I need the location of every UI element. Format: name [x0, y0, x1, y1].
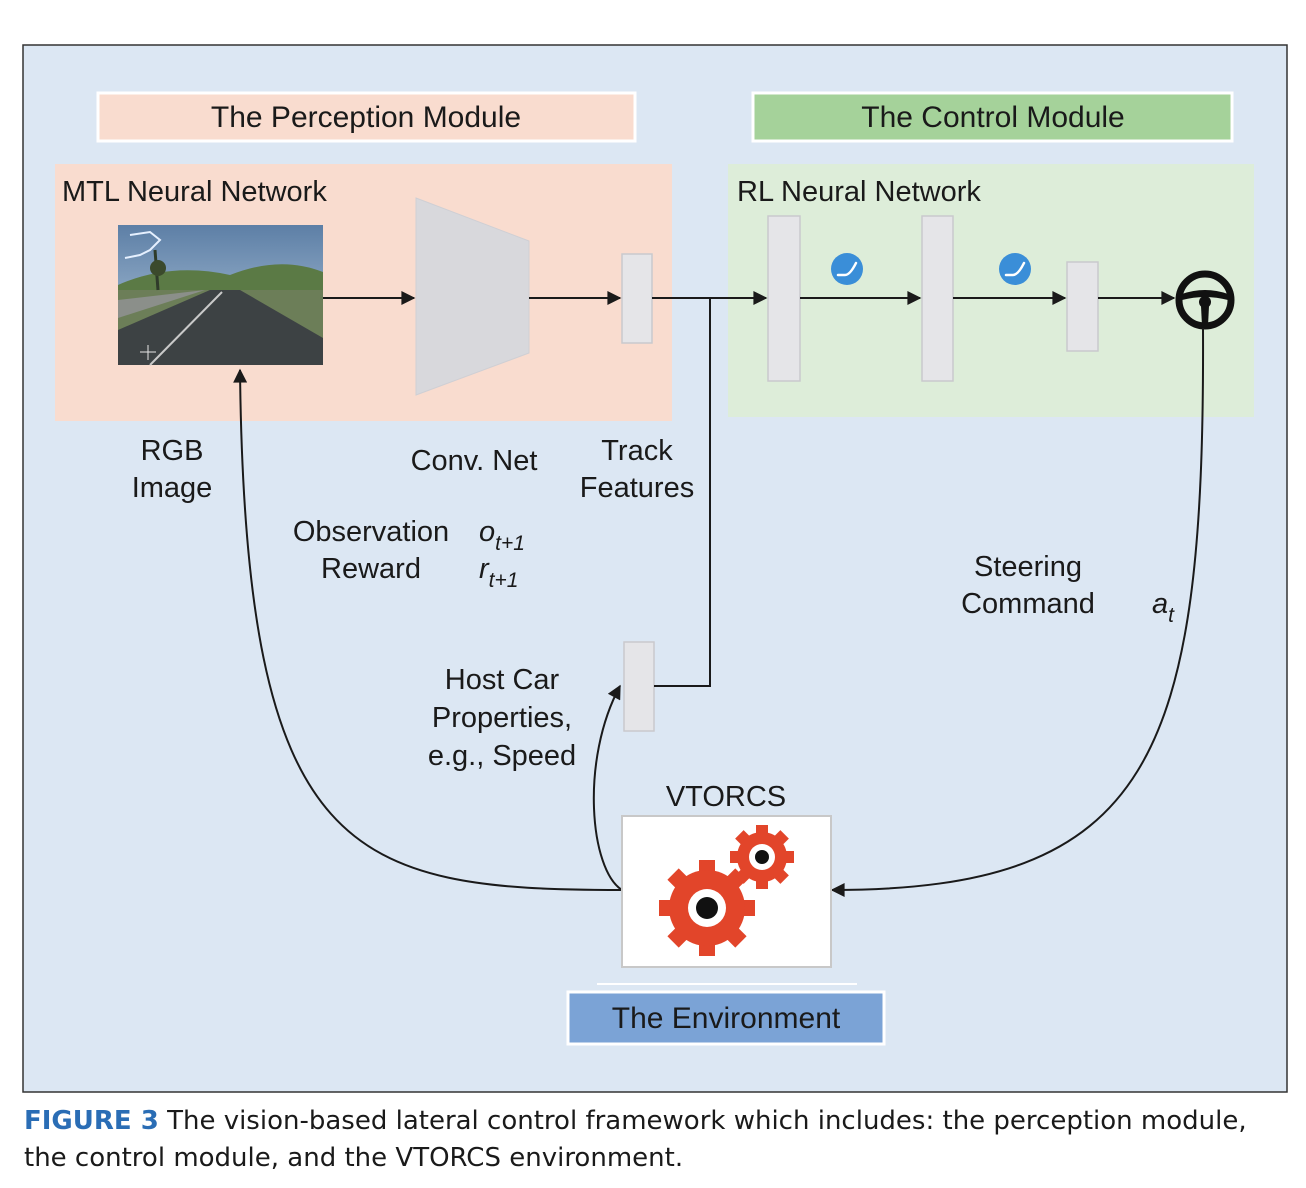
rgb-label-line1: RGB — [141, 435, 204, 467]
perception-module-header: The Perception Module — [96, 91, 637, 143]
reward-label: Reward — [321, 553, 421, 585]
figure-caption: FIGURE 3 The vision-based lateral contro… — [24, 1103, 1286, 1177]
rl-layer-2 — [921, 215, 954, 382]
activation-function-icon — [999, 253, 1031, 285]
environment-header: The Environment — [566, 990, 886, 1046]
steering-label-line1: Steering — [974, 551, 1082, 583]
track-label-line1: Track — [601, 435, 673, 467]
control-module-title: The Control Module — [861, 101, 1124, 134]
activation-function-icon — [831, 253, 863, 285]
host-car-properties-block — [623, 641, 655, 732]
control-module-header: The Control Module — [751, 91, 1234, 143]
steering-label-line2: Command — [961, 588, 1095, 620]
track-label-line2: Features — [580, 472, 694, 504]
conv-net-label: Conv. Net — [411, 445, 538, 477]
track-features-block — [621, 253, 653, 344]
rl-layer-3 — [1066, 261, 1099, 352]
rl-network-label: RL Neural Network — [737, 176, 981, 208]
perception-module-title: The Perception Module — [211, 101, 521, 134]
host-label-line3: e.g., Speed — [428, 740, 576, 772]
observation-label: Observation — [293, 516, 449, 548]
host-label-line2: Properties, — [432, 702, 572, 734]
mtl-network-label: MTL Neural Network — [62, 176, 327, 208]
host-label-line1: Host Car — [445, 664, 560, 696]
environment-title: The Environment — [612, 1002, 841, 1035]
caption-text: The vision-based lateral control framewo… — [24, 1106, 1247, 1173]
road-scene-image — [118, 225, 323, 366]
figure-number: FIGURE 3 — [24, 1106, 159, 1136]
rgb-label-line2: Image — [132, 472, 213, 504]
rl-layer-1 — [767, 215, 801, 382]
diagram-canvas: The Perception Module The Control Module… — [22, 44, 1288, 1093]
vtorcs-label: VTORCS — [666, 781, 786, 813]
